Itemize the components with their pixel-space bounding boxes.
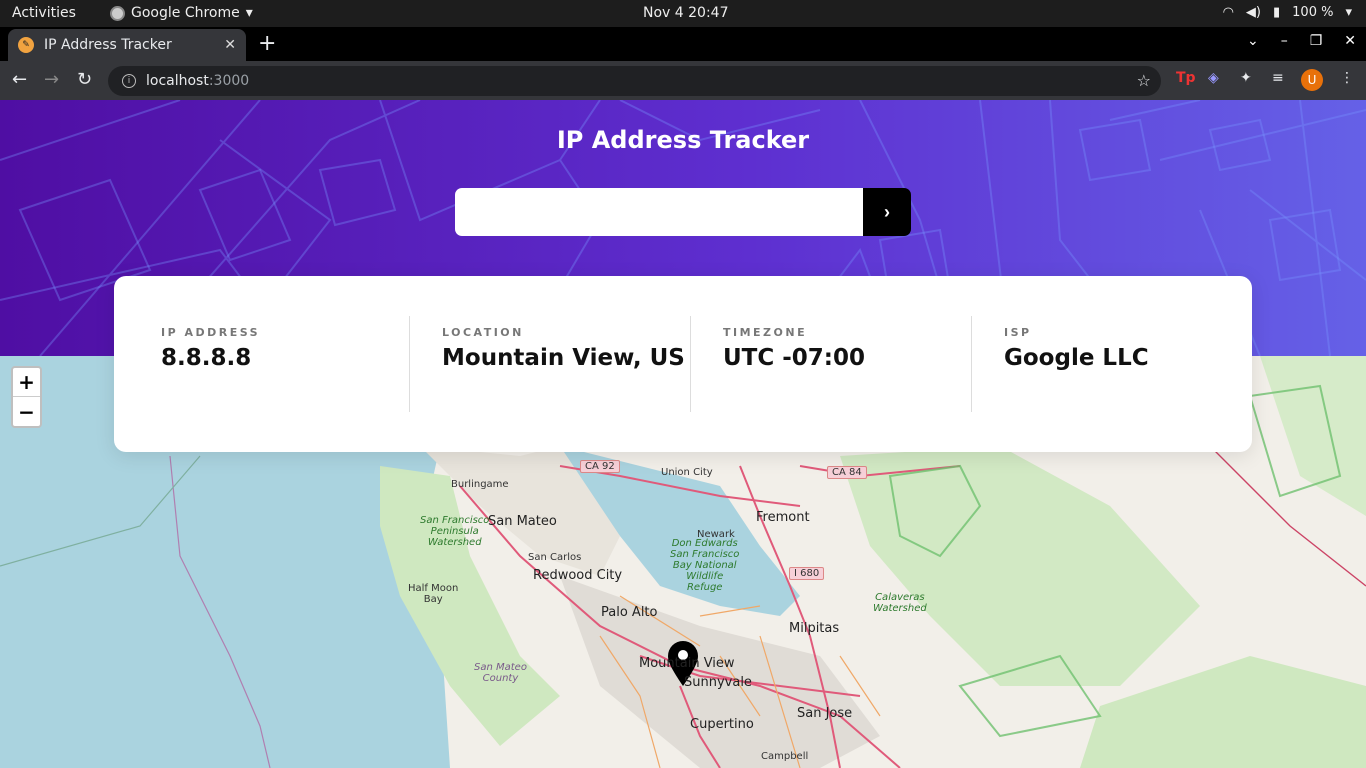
restore-icon[interactable]: ❐ [1310,33,1323,49]
back-icon[interactable]: ← [12,69,27,90]
forward-icon[interactable]: → [44,69,59,90]
zoom-in-button[interactable]: + [13,368,40,397]
map-label-cupertino: Cupertino [690,717,754,732]
extensions-puzzle-icon[interactable]: ✦ [1240,70,1252,86]
map-label-half-moon-bay: Half Moon Bay [408,583,459,605]
activities-button[interactable]: Activities [12,5,76,21]
caret-down-icon: ▾ [1345,5,1352,20]
window-controls: ⌄ – ❐ ✕ [1247,33,1356,49]
map-label-mountain-view: Mountain View [639,656,735,671]
stat-ip-address: IP ADDRESS 8.8.8.8 [114,316,410,412]
page-title: IP Address Tracker [556,126,810,154]
map-label-san-mateo-county: San Mateo County [474,662,527,684]
menu-kebab-icon[interactable]: ⋮ [1340,70,1354,86]
close-tab-icon[interactable]: ✕ [224,37,236,53]
new-tab-icon[interactable]: + [258,31,276,56]
zoom-control: + − [11,366,42,428]
chevron-right-icon: › [884,201,890,222]
ip-search-form: › [455,188,911,236]
page-viewport: IP Address Tracker › Burlingame San Mate… [0,100,1366,768]
address-bar[interactable]: i localhost:3000 ☆ [108,66,1161,96]
stat-value: Mountain View, US [442,345,685,371]
bookmark-star-icon[interactable]: ☆ [1137,71,1151,90]
chrome-icon [110,5,125,21]
site-info-icon[interactable]: i [122,74,136,88]
map-label-don-edwards: Don Edwards San Francisco Bay National W… [670,538,740,593]
favicon-icon: ✎ [18,37,34,53]
map-label-redwood-city: Redwood City [533,568,623,583]
stat-value: Google LLC [1004,345,1149,371]
os-top-bar: Activities Google Chrome ▾ Nov 4 20:47 ◠… [0,0,1366,27]
battery-icon: ▮ [1273,5,1281,20]
road-shield-i680: I 680 [789,567,825,580]
tab-ip-tracker[interactable]: ✎ IP Address Tracker ✕ [8,29,246,61]
tab-bar: ✎ IP Address Tracker ✕ + ⌄ – ❐ ✕ [0,27,1366,61]
url-host: localhost [146,73,209,89]
url-port: :3000 [208,73,250,89]
toolbar: ← → ↻ i localhost:3000 ☆ Tp ◈ ✦ ≡ U ⋮ [0,61,1366,100]
road-shield-ca92: CA 92 [580,460,620,473]
minimize-icon[interactable]: – [1281,33,1288,49]
map-label-fremont: Fremont [756,510,810,525]
map-label-san-jose: San Jose [797,706,853,721]
map-label-campbell: Campbell [761,751,809,762]
search-submit-button[interactable]: › [863,188,911,236]
volume-icon: ◀) [1245,5,1261,20]
stat-label: ISP [1004,326,1032,339]
caret-down-icon: ▾ [245,5,253,21]
map-label-milpitas: Milpitas [789,621,840,636]
stat-label: LOCATION [442,326,524,339]
profile-avatar[interactable]: U [1301,69,1323,91]
app-menu[interactable]: Google Chrome ▾ [110,5,253,21]
map-label-sunnyvale: Sunnyvale [684,675,752,690]
clock[interactable]: Nov 4 20:47 [643,5,728,21]
tab-search-icon[interactable]: ⌄ [1247,33,1259,49]
stat-isp: ISP Google LLC [972,316,1252,412]
media-queue-icon[interactable]: ≡ [1272,70,1284,86]
map-label-sf-watershed: San Francisco Peninsula Watershed [420,515,490,548]
ip-info-card: IP ADDRESS 8.8.8.8 LOCATION Mountain Vie… [114,276,1252,452]
map-label-union-city: Union City [661,467,713,478]
stat-value: UTC -07:00 [723,345,866,371]
zoom-out-button[interactable]: − [13,397,40,426]
stat-timezone: TIMEZONE UTC -07:00 [691,316,972,412]
map-label-calaveras: Calaveras Watershed [873,592,927,614]
wifi-icon: ◠ [1222,5,1234,20]
map-label-san-carlos: San Carlos [528,552,582,563]
stat-location: LOCATION Mountain View, US [410,316,691,412]
stat-label: TIMEZONE [723,326,808,339]
map-label-palo-alto: Palo Alto [601,605,658,620]
stat-value: 8.8.8.8 [161,345,252,371]
system-tray[interactable]: ◠ ◀) ▮ 100 % ▾ [1223,5,1352,20]
tab-title: IP Address Tracker [44,37,172,53]
app-name: Google Chrome [131,5,240,21]
map-label-burlingame: Burlingame [451,479,509,490]
stat-label: IP ADDRESS [161,326,261,339]
reload-icon[interactable]: ↻ [77,69,92,90]
close-window-icon[interactable]: ✕ [1344,33,1356,49]
shield-extension-icon[interactable]: ◈ [1208,70,1219,86]
battery-percent: 100 % [1292,5,1334,20]
road-shield-ca84: CA 84 [827,466,867,479]
map-label-san-mateo: San Mateo [488,514,557,529]
ip-search-input[interactable] [455,188,863,236]
tp-extension-icon[interactable]: Tp [1176,70,1196,86]
